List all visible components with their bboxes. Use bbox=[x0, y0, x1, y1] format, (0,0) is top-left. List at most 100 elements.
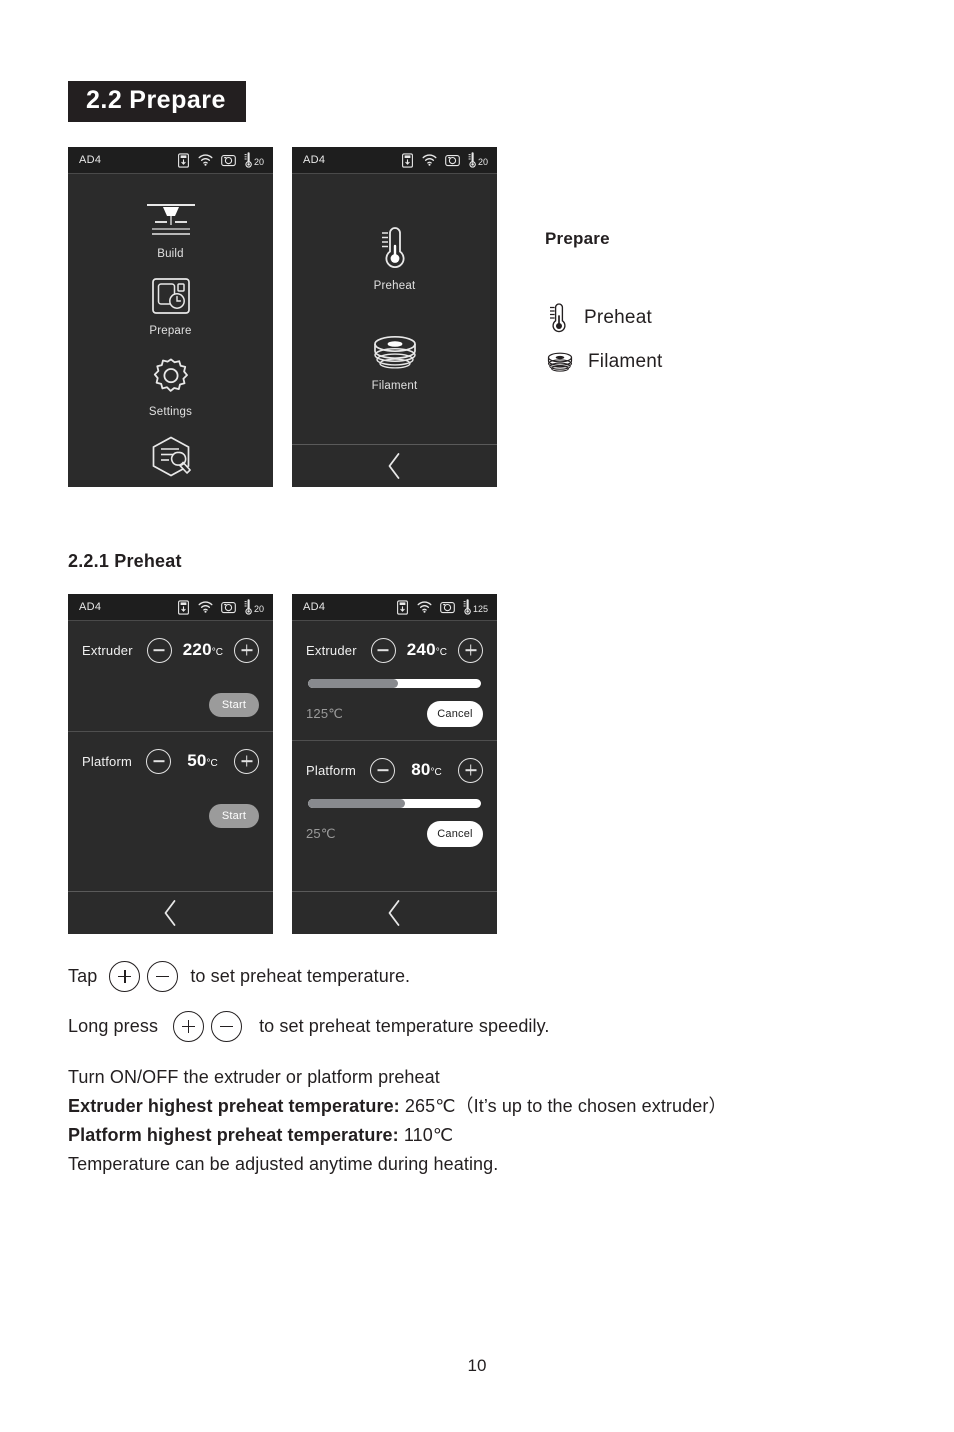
temperature-value: 20 bbox=[253, 157, 264, 167]
plus-circle-icon bbox=[109, 961, 141, 992]
subsection-heading: 2.2.1 Preheat bbox=[68, 551, 182, 571]
minus-circle-icon[interactable] bbox=[146, 637, 172, 663]
menu-item-label: Build bbox=[157, 248, 184, 260]
wifi-icon bbox=[198, 154, 213, 166]
back-button[interactable] bbox=[292, 891, 497, 934]
minus-circle-icon[interactable] bbox=[146, 748, 172, 774]
section-heading: 2.2 Prepare bbox=[68, 81, 246, 122]
menu-item-prepare[interactable]: Prepare bbox=[68, 275, 273, 339]
minus-circle-icon bbox=[211, 1011, 243, 1042]
thermometer-icon bbox=[463, 599, 471, 615]
cancel-button[interactable]: Cancel bbox=[427, 821, 483, 847]
camera-icon bbox=[440, 601, 455, 613]
nozzle-temperature-indicator: 20 bbox=[244, 152, 264, 168]
thermometer-icon bbox=[244, 599, 252, 615]
status-icons: 20 bbox=[401, 152, 488, 168]
preheat-action-line: 25℃ Cancel bbox=[306, 808, 483, 860]
menu-item-label: Settings bbox=[148, 406, 193, 418]
platform-max-value: 110℃ bbox=[403, 1125, 454, 1145]
preheat-row-label: Extruder bbox=[306, 642, 357, 658]
usb-storage-icon bbox=[402, 152, 413, 168]
paragraph-line-2: Extruder highest preheat temperature: 26… bbox=[68, 1092, 727, 1121]
minus-circle-icon bbox=[147, 961, 179, 992]
nozzle-temperature-indicator: 20 bbox=[244, 599, 264, 615]
thermometer-icon bbox=[381, 227, 404, 268]
usb-storage-icon bbox=[178, 152, 189, 168]
start-button[interactable]: Start bbox=[209, 804, 259, 828]
status-icons: 20 bbox=[177, 599, 264, 615]
nozzle-temperature-indicator: 20 bbox=[468, 152, 488, 168]
temperature-value: 20 bbox=[253, 604, 264, 614]
start-button[interactable]: Start bbox=[209, 693, 259, 717]
page-number: 10 bbox=[467, 1356, 487, 1375]
menu-item-preheat[interactable]: Preheat bbox=[292, 222, 497, 294]
screenshot-home-menu: AD4 20 Build Prepare Settings bbox=[68, 147, 273, 487]
menu-item-label: Preheat bbox=[373, 280, 416, 292]
status-icons: 125 bbox=[396, 599, 488, 615]
status-bar: AD4 bbox=[68, 594, 273, 621]
menu-item-filament[interactable]: Filament bbox=[292, 334, 497, 394]
menu-item-label: Filament bbox=[371, 380, 418, 392]
wifi-icon bbox=[198, 601, 213, 613]
filament-spool-icon bbox=[373, 335, 416, 369]
preheat-control-line: Extruder 220°C bbox=[82, 621, 259, 679]
menu-item-label: Prepare bbox=[149, 325, 192, 337]
heating-progress-bar bbox=[308, 679, 481, 688]
note-long-press: Long press to set preheat temperature sp… bbox=[68, 1011, 550, 1042]
extruder-max-label: Extruder highest preheat temperature: bbox=[68, 1096, 400, 1116]
minus-circle-icon[interactable] bbox=[370, 637, 396, 663]
legend-item-filament: Filament bbox=[545, 350, 662, 374]
minus-circle-icon[interactable] bbox=[370, 757, 396, 783]
screenshot-preheat-heating: AD4 125 Extruder 240°C 125℃ Cancel Platf… bbox=[292, 594, 497, 934]
status-icons: 20 bbox=[177, 152, 264, 168]
plus-circle-icon[interactable] bbox=[234, 637, 259, 663]
preheat-control-line: Platform 80°C bbox=[306, 741, 483, 799]
note-tap-suffix: to set preheat temperature. bbox=[190, 966, 411, 986]
camera-icon bbox=[221, 601, 236, 613]
plus-circle-icon[interactable] bbox=[234, 748, 259, 774]
preheat-row-extruder: Extruder 220°C Start bbox=[68, 621, 273, 731]
preheat-row-label: Extruder bbox=[82, 642, 133, 658]
current-temperature-value: 25℃ bbox=[306, 826, 336, 841]
note-longpress-prefix: Long press bbox=[68, 1016, 159, 1036]
target-temperature-value: 50°C bbox=[187, 751, 218, 770]
camera-icon bbox=[221, 154, 236, 166]
heating-progress-bar bbox=[308, 799, 481, 808]
current-temperature-value: 125℃ bbox=[306, 706, 344, 721]
target-temperature-value: 80°C bbox=[411, 760, 442, 779]
preheat-action-line: 125℃ Cancel bbox=[306, 688, 483, 740]
printer-model-label: AD4 bbox=[303, 601, 326, 613]
prepare-box-clock-icon bbox=[151, 278, 190, 314]
wifi-icon bbox=[422, 154, 437, 166]
thermometer-icon bbox=[468, 152, 476, 168]
menu-item-settings[interactable]: Settings bbox=[68, 356, 273, 420]
legend-item-preheat: Preheat bbox=[545, 301, 662, 335]
nozzle-temperature-indicator: 125 bbox=[463, 599, 488, 615]
camera-icon bbox=[445, 154, 460, 166]
back-button[interactable] bbox=[292, 444, 497, 487]
usb-storage-icon bbox=[397, 599, 408, 615]
menu-item-build[interactable]: Build bbox=[68, 196, 273, 262]
status-bar: AD4 bbox=[68, 147, 273, 174]
temperature-value: 125 bbox=[472, 604, 488, 614]
cancel-button[interactable]: Cancel bbox=[427, 701, 483, 727]
paragraph-line-4: Temperature can be adjusted anytime duri… bbox=[68, 1154, 499, 1174]
filament-spool-icon bbox=[547, 352, 573, 372]
target-temperature-value: 240°C bbox=[406, 640, 447, 659]
preheat-row-platform: Platform 50°C Start bbox=[68, 731, 273, 842]
extruder-max-value: 265℃（It’s up to the chosen extruder） bbox=[404, 1096, 727, 1116]
heating-progress-fill bbox=[308, 799, 405, 808]
section-number: 2.2 bbox=[86, 86, 123, 114]
usb-storage-icon bbox=[178, 599, 189, 615]
back-button[interactable] bbox=[68, 891, 273, 934]
chevron-left-icon bbox=[388, 900, 400, 926]
menu-item-maintain[interactable]: Maintain bbox=[68, 435, 273, 487]
section-title: Prepare bbox=[129, 86, 226, 114]
wifi-icon bbox=[417, 601, 432, 613]
plus-circle-icon[interactable] bbox=[458, 637, 483, 663]
hexagon-wrench-icon bbox=[152, 436, 191, 477]
temperature-value: 20 bbox=[477, 157, 488, 167]
status-bar: AD4 bbox=[292, 147, 497, 174]
plus-circle-icon[interactable] bbox=[458, 757, 483, 783]
printer-model-label: AD4 bbox=[79, 154, 102, 166]
